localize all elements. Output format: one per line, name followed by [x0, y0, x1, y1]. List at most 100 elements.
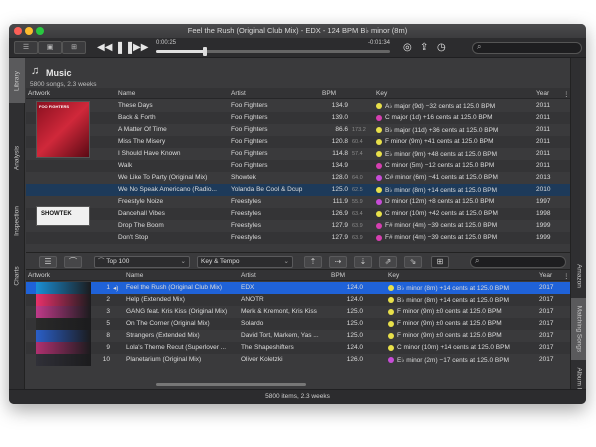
list-item[interactable]: 9 Lola's Theme Recut (Superlover ... The S…: [26, 342, 570, 354]
key-color-dot: [388, 345, 394, 351]
album-art-label: FOO FIGHTERS: [39, 104, 69, 109]
table-row[interactable]: A Matter Of Time Foo Fighters 86.6 173.2 B♭ …: [26, 124, 570, 136]
sort-dropdown[interactable]: Key & Tempo ⌄: [197, 256, 293, 268]
minimize-window-button[interactable]: [25, 27, 33, 35]
table-row[interactable]: Freestyle Noize Freestyles 111.9 55.9 D mino…: [26, 196, 570, 208]
track-key: F minor (9m) ±0 cents at 125.0 BPM: [397, 320, 502, 327]
tab-library[interactable]: Library: [9, 58, 25, 103]
headphones-button[interactable]: ◎: [403, 40, 412, 55]
tab-analysis[interactable]: Analysis: [9, 138, 25, 178]
grid-view-icon: ▣: [46, 44, 54, 51]
now-playing-icon: ◂): [113, 285, 119, 292]
zoom-window-button[interactable]: [36, 27, 44, 35]
library-title: Music: [46, 68, 72, 78]
track-alt-bpm: 63.9: [352, 235, 363, 241]
tab-charts[interactable]: Charts: [9, 258, 25, 293]
matching-search-input[interactable]: ⌕: [470, 256, 566, 268]
tab-inspection[interactable]: Inspection: [9, 196, 25, 246]
column-artwork[interactable]: Artwork: [28, 272, 50, 279]
column-options-icon[interactable]: ⋮: [563, 272, 570, 280]
column-artwork[interactable]: Artwork: [28, 90, 50, 97]
share-icon: ⇪: [420, 42, 429, 53]
matching-toolbar: ☰ ⌒ ⌒ Top 100 ⌄ Key & Tempo ⌄ ⇡ ⇢ ⇣ ⇗ ⇘ ⊞ …: [26, 252, 570, 270]
column-options-icon[interactable]: ⋮: [563, 90, 570, 98]
tab-amazon[interactable]: Amazon: [571, 256, 586, 296]
table-row[interactable]: I Should Have Known Foo Fighters 114.8 57.4…: [26, 148, 570, 160]
playlist-dropdown[interactable]: ⌒ Top 100 ⌄: [94, 256, 190, 268]
track-artist: Solardo: [241, 320, 264, 327]
table-row[interactable]: Miss The Misery Foo Fighters 120.8 60.4 F mi…: [26, 136, 570, 148]
track-year: 2010: [536, 186, 551, 193]
column-name[interactable]: Name: [126, 272, 143, 279]
track-artist: Freestyles: [231, 210, 261, 217]
track-bpm: 114.8: [332, 150, 348, 157]
list-item[interactable]: 2 Help (Extended Mix) ANOTR 124.0 B♭ minor (…: [26, 294, 570, 306]
library-table-header: Artwork Name Artist BPM Key Year ⋮: [26, 88, 570, 99]
table-row[interactable]: Back & Forth Foo Fighters 139.0 C major (1d…: [26, 112, 570, 124]
status-bar: 5800 items, 2.3 weeks: [9, 389, 586, 404]
column-year[interactable]: Year: [536, 90, 549, 97]
toolbar-view-button-1[interactable]: ☰: [14, 41, 38, 54]
track-alt-bpm: 173.2: [352, 127, 366, 133]
column-year[interactable]: Year: [539, 272, 552, 279]
filter-button-3[interactable]: ⇣: [354, 256, 372, 268]
filter-button-1[interactable]: ⇡: [304, 256, 322, 268]
headphones-preview-button[interactable]: ⌒: [64, 256, 82, 268]
progress-knob[interactable]: [203, 47, 208, 56]
track-artist: ANOTR: [241, 296, 264, 303]
track-name: Strangers (Extended Mix): [126, 332, 200, 339]
table-row[interactable]: These Days Foo Fighters 134.9 A♭ major (9d)…: [26, 100, 570, 112]
search-input[interactable]: ⌕: [472, 42, 582, 54]
history-button[interactable]: ◷: [437, 40, 446, 55]
filter-button-5[interactable]: ⇘: [404, 256, 422, 268]
table-row[interactable]: Walk Foo Fighters 134.9 C minor (5m) −12 ce…: [26, 160, 570, 172]
filter-button-2[interactable]: ⇢: [329, 256, 347, 268]
track-artwork: [36, 318, 91, 330]
list-toggle-button[interactable]: ☰: [39, 256, 57, 268]
list-item[interactable]: 10 Planetarium (Original Mix) Oliver Kolet…: [26, 354, 570, 366]
horizontal-scrollbar[interactable]: [156, 383, 306, 386]
track-artist: Foo Fighters: [231, 138, 268, 145]
list-item[interactable]: 1 ◂) Feel the Rush (Original Club Mix) EDX 1…: [26, 282, 570, 294]
table-row[interactable]: We Like To Party (Original Mix) Showtek 12…: [26, 172, 570, 184]
track-artist: Foo Fighters: [231, 114, 268, 121]
list-item[interactable]: 5 On The Corner (Original Mix) Solardo 125.…: [26, 318, 570, 330]
column-artist[interactable]: Artist: [231, 90, 246, 97]
track-name: Back & Forth: [118, 114, 156, 121]
toolbar-view-button-2[interactable]: ▣: [38, 41, 62, 54]
playback-progress[interactable]: [156, 47, 390, 56]
track-artwork: [36, 294, 91, 306]
track-name: Dancehall Vibes: [118, 210, 165, 217]
remaining-time: -0:01:34: [368, 40, 391, 46]
key-color-dot: [376, 151, 382, 157]
fast-forward-button[interactable]: ▶▶: [133, 40, 148, 55]
key-color-dot: [388, 333, 394, 339]
track-year: 2017: [539, 344, 554, 351]
column-bpm[interactable]: BPM: [322, 90, 336, 97]
table-row[interactable]: Drop The Boom Freestyles 127.9 63.9 F# minor…: [26, 220, 570, 232]
rewind-button[interactable]: ◀◀: [97, 40, 112, 55]
table-row[interactable]: We No Speak Americano (Radio... Yolanda B…: [26, 184, 570, 196]
tab-matching-songs[interactable]: Matching Songs: [571, 298, 586, 360]
table-row[interactable]: Dancehall Vibes Freestyles 126.9 63.4 C mino…: [26, 208, 570, 220]
table-row[interactable]: Don't Stop Freestyles 127.9 63.9 F# minor (4…: [26, 232, 570, 244]
column-key[interactable]: Key: [376, 90, 387, 97]
track-key: B♭ major (11d) +36 cents at 125.0 BPM: [385, 127, 499, 134]
track-number: 5: [106, 320, 110, 327]
key-color-dot: [376, 223, 382, 229]
filter-button-6[interactable]: ⊞: [431, 256, 449, 268]
column-artist[interactable]: Artist: [241, 272, 256, 279]
column-bpm[interactable]: BPM: [331, 272, 345, 279]
close-window-button[interactable]: [14, 27, 22, 35]
toolbar-view-button-3[interactable]: ⊞: [62, 41, 86, 54]
key-color-dot: [376, 235, 382, 241]
key-up-icon: ⇡: [309, 257, 317, 266]
column-key[interactable]: Key: [388, 272, 399, 279]
list-item[interactable]: 3 GANG feat. Kris Kiss (Original Mix) Merk…: [26, 306, 570, 318]
list-item[interactable]: 8 Strangers (Extended Mix) David Tort, Mar…: [26, 330, 570, 342]
headphones-icon: ⌒: [69, 257, 77, 266]
share-button[interactable]: ⇪: [420, 40, 428, 55]
playlist-icon: ⌒: [98, 258, 107, 265]
column-name[interactable]: Name: [118, 90, 135, 97]
filter-button-4[interactable]: ⇗: [379, 256, 397, 268]
